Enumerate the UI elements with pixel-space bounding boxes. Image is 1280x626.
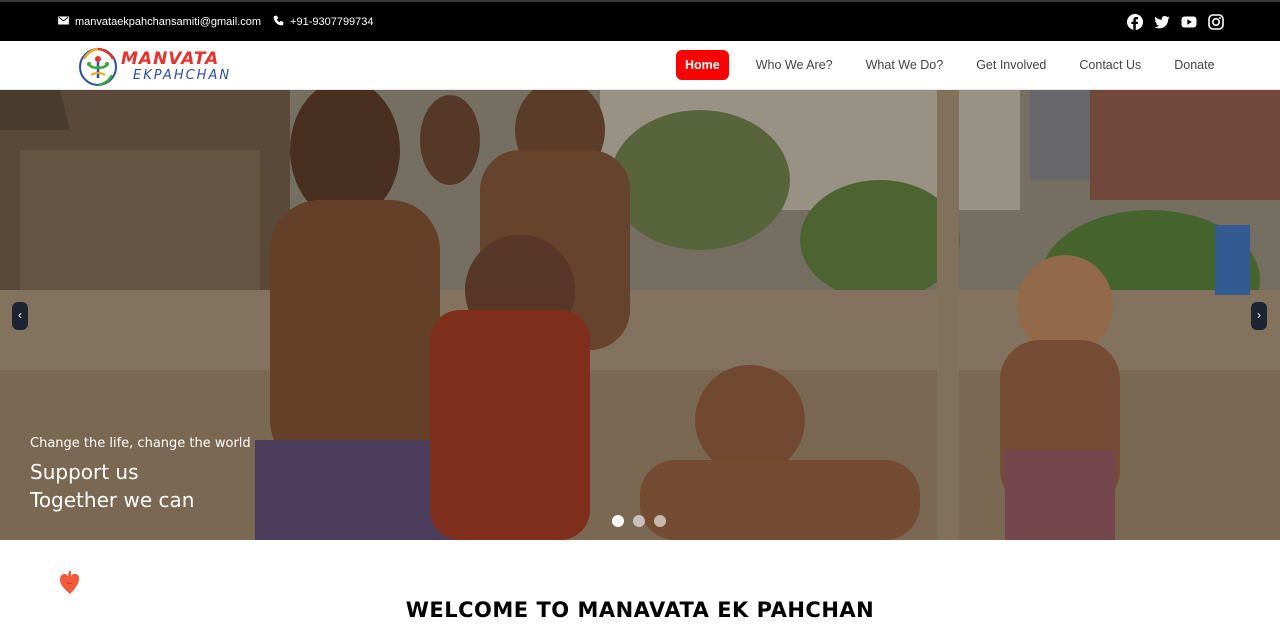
carousel-indicators [612,515,666,527]
main-menu: Home Who We Are? What We Do? Get Involve… [676,50,1215,80]
carousel-dot-2[interactable] [633,515,645,527]
hero-tagline: Change the life, change the world [30,436,251,451]
main-navbar: MANVATA EKPAHCHAN Home Who We Are? What … [0,41,1280,90]
email-text: manvataekpahchansamiti@gmail.com [75,16,262,28]
nav-get-involved[interactable]: Get Involved [976,50,1046,80]
facebook-icon[interactable] [1127,14,1143,30]
logo-emblem-icon [79,47,117,87]
instagram-icon[interactable] [1208,14,1224,30]
chevron-left-icon: ‹ [18,308,22,322]
envelope-icon [58,15,75,29]
nav-donate[interactable]: Donate [1174,50,1214,80]
youtube-icon[interactable] [1181,14,1197,30]
chevron-right-icon: › [1257,308,1261,322]
site-logo[interactable]: MANVATA EKPAHCHAN [77,43,257,89]
social-links [1127,14,1224,30]
phone-contact[interactable]: +91-9307799734 [273,15,374,29]
hero-carousel: Change the life, change the world Suppor… [0,90,1280,540]
contact-info: manvataekpahchansamiti@gmail.com +91-930… [58,15,386,29]
heart-hand-icon [59,570,80,594]
phone-text: +91-9307799734 [290,16,374,28]
hero-line-1: Support us [30,460,139,484]
email-contact[interactable]: manvataekpahchansamiti@gmail.com [58,15,261,29]
twitter-icon[interactable] [1154,14,1170,30]
nav-what-we-do[interactable]: What We Do? [866,50,944,80]
carousel-dot-3[interactable] [654,515,666,527]
top-bar: manvataekpahchansamiti@gmail.com +91-930… [0,0,1280,41]
carousel-prev-button[interactable]: ‹ [12,302,28,330]
hero-line-2: Together we can [30,488,195,512]
logo-title: MANVATA [121,48,220,69]
logo-subtitle: EKPAHCHAN [133,67,232,83]
welcome-title: WELCOME TO MANAVATA EK PAHCHAN [405,598,875,622]
carousel-next-button[interactable]: › [1251,302,1267,330]
nav-who-we-are[interactable]: Who We Are? [756,50,833,80]
carousel-dot-1[interactable] [612,515,624,527]
hero-caption: Change the life, change the world Suppor… [30,436,251,514]
nav-contact-us[interactable]: Contact Us [1079,50,1141,80]
nav-home[interactable]: Home [676,50,729,80]
phone-icon [273,15,290,29]
